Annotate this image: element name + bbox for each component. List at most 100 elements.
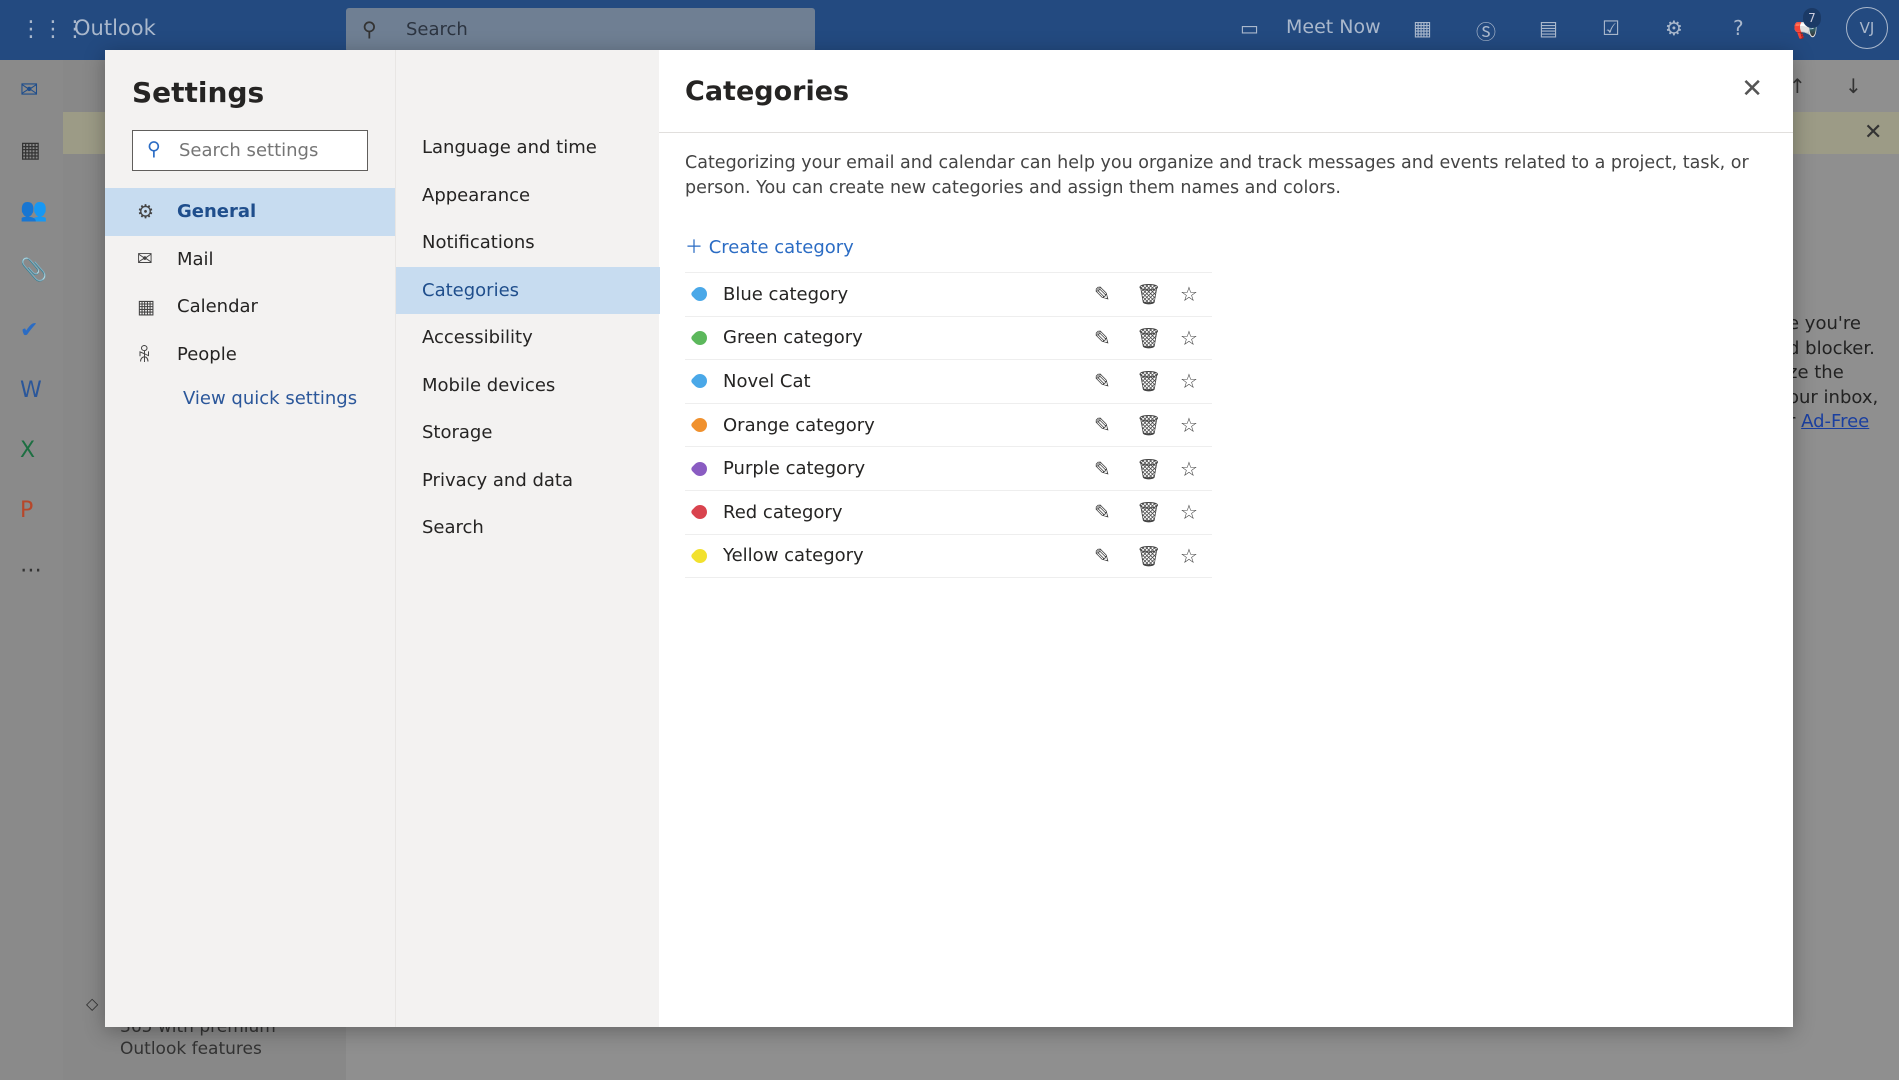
- subnav-item-appearance[interactable]: Appearance: [396, 172, 660, 220]
- nav-item-calendar[interactable]: ▦ Calendar: [105, 283, 395, 331]
- subnav-item-mobile-devices[interactable]: Mobile devices: [396, 362, 660, 410]
- mail-icon: ✉: [137, 248, 153, 271]
- search-placeholder: Search: [406, 19, 468, 40]
- arrow-down-icon[interactable]: ↓: [1845, 74, 1862, 98]
- category-row: Purple category ✎ 🗑 ☆: [685, 447, 1212, 491]
- view-quick-settings-link[interactable]: View quick settings: [183, 388, 357, 409]
- category-row: Red category ✎ 🗑 ☆: [685, 491, 1212, 535]
- powerpoint-icon[interactable]: P: [20, 498, 33, 523]
- app-rail: ✉ ▦ 👥 📎 ✔ W X P ⋯: [0, 60, 63, 1080]
- star-icon[interactable]: ☆: [1180, 369, 1198, 393]
- word-icon[interactable]: W: [20, 378, 42, 403]
- trash-icon[interactable]: 🗑: [1136, 326, 1161, 350]
- tag-icon: [690, 458, 710, 479]
- category-name: Orange category: [723, 414, 875, 436]
- nav-item-general[interactable]: ⚙ General: [105, 188, 395, 236]
- tag-icon: [690, 502, 710, 523]
- category-row: Green category ✎ 🗑 ☆: [685, 317, 1212, 361]
- nav-item-people[interactable]: ꆜ People: [105, 331, 395, 379]
- star-icon[interactable]: ☆: [1180, 413, 1198, 437]
- diamond-icon: ◇: [86, 994, 99, 1013]
- search-settings-field[interactable]: ⚲: [132, 130, 368, 171]
- pencil-icon[interactable]: ✎: [1094, 544, 1111, 568]
- pane-title: Categories: [685, 76, 850, 107]
- ad-free-link[interactable]: Ad-Free: [1801, 411, 1869, 432]
- pencil-icon[interactable]: ✎: [1094, 413, 1111, 437]
- nav-label: Mail: [177, 248, 214, 270]
- app-name: Outlook: [74, 16, 156, 40]
- calendar-icon[interactable]: ▦: [20, 138, 41, 163]
- divider: [659, 132, 1793, 133]
- categories-pane: Categories ✕ Categorizing your email and…: [659, 50, 1793, 1027]
- meet-now-button[interactable]: Meet Now: [1286, 16, 1381, 38]
- settings-nav: Settings ⚲ ⚙ General ✉ Mail ▦ Calendar ꆜ Peo…: [105, 50, 395, 1027]
- subnav-item-search[interactable]: Search: [396, 504, 660, 552]
- subnav-item-categories[interactable]: Categories: [396, 266, 660, 314]
- close-icon[interactable]: ✕: [1741, 74, 1763, 104]
- trash-icon[interactable]: 🗑: [1136, 457, 1161, 481]
- star-icon[interactable]: ☆: [1180, 544, 1198, 568]
- category-name: Yellow category: [723, 545, 864, 567]
- more-apps-icon[interactable]: ⋯: [20, 558, 42, 583]
- nav-item-mail[interactable]: ✉ Mail: [105, 236, 395, 284]
- pencil-icon[interactable]: ✎: [1094, 457, 1111, 481]
- tag-icon: [690, 284, 710, 305]
- create-label: Create category: [708, 237, 854, 258]
- close-banner-icon[interactable]: ✕: [1864, 120, 1882, 145]
- people-icon: ꆜ: [137, 344, 152, 367]
- settings-title: Settings: [132, 76, 265, 109]
- subnav-item-storage[interactable]: Storage: [396, 409, 660, 457]
- ad-text: e you're d blocker. ze the our inbox, r …: [1788, 312, 1878, 435]
- todo-check-icon[interactable]: ✔: [20, 318, 38, 343]
- category-name: Green category: [723, 327, 863, 349]
- trash-icon[interactable]: 🗑: [1136, 413, 1161, 437]
- tag-icon: [690, 327, 710, 348]
- create-category-button[interactable]: ＋ Create category: [685, 233, 854, 259]
- tag-icon: [690, 545, 710, 566]
- category-name: Novel Cat: [723, 370, 811, 392]
- help-icon[interactable]: ?: [1733, 16, 1744, 40]
- star-icon[interactable]: ☆: [1180, 326, 1198, 350]
- trash-icon[interactable]: 🗑: [1136, 369, 1161, 393]
- subnav-item-language-and-time[interactable]: Language and time: [396, 124, 660, 172]
- category-name: Purple category: [723, 458, 866, 480]
- subnav-item-accessibility[interactable]: Accessibility: [396, 314, 660, 362]
- category-row: Novel Cat ✎ 🗑 ☆: [685, 360, 1212, 404]
- trash-icon[interactable]: 🗑: [1136, 544, 1161, 568]
- pencil-icon[interactable]: ✎: [1094, 500, 1111, 524]
- pencil-icon[interactable]: ✎: [1094, 369, 1111, 393]
- gear-icon[interactable]: ⚙: [1665, 16, 1683, 40]
- gear-icon: ⚙: [137, 200, 155, 223]
- star-icon[interactable]: ☆: [1180, 282, 1198, 306]
- category-row: Orange category ✎ 🗑 ☆: [685, 404, 1212, 448]
- excel-icon[interactable]: X: [20, 438, 35, 463]
- my-day-icon[interactable]: ☑: [1602, 16, 1620, 40]
- trash-icon[interactable]: 🗑: [1136, 500, 1161, 524]
- avatar[interactable]: VJ: [1846, 7, 1888, 49]
- category-name: Blue category: [723, 283, 849, 305]
- onenote-icon[interactable]: ▤: [1539, 16, 1558, 40]
- paperclip-icon[interactable]: 📎: [20, 258, 47, 283]
- mail-icon[interactable]: ✉: [20, 78, 38, 103]
- search-icon: ⚲: [147, 138, 161, 160]
- pencil-icon[interactable]: ✎: [1094, 282, 1111, 306]
- settings-subnav: Language and time Appearance Notifications…: [395, 50, 660, 1027]
- subnav-item-notifications[interactable]: Notifications: [396, 219, 660, 267]
- nav-label: Calendar: [177, 296, 258, 318]
- video-camera-icon[interactable]: ▭: [1240, 16, 1259, 40]
- category-row: Blue category ✎ 🗑 ☆: [685, 273, 1212, 317]
- qr-code-icon[interactable]: ▦: [1413, 16, 1432, 40]
- notification-badge: 7: [1803, 8, 1821, 28]
- pencil-icon[interactable]: ✎: [1094, 326, 1111, 350]
- global-search[interactable]: ⚲ Search: [346, 8, 815, 52]
- star-icon[interactable]: ☆: [1180, 500, 1198, 524]
- subnav-item-privacy-and-data[interactable]: Privacy and data: [396, 457, 660, 505]
- people-icon[interactable]: 👥: [20, 198, 47, 223]
- category-row: Yellow category ✎ 🗑 ☆: [685, 535, 1212, 579]
- search-settings-input[interactable]: [179, 140, 359, 161]
- tag-icon: [690, 371, 710, 392]
- skype-icon[interactable]: Ⓢ: [1476, 16, 1496, 45]
- tag-icon: [690, 415, 710, 435]
- star-icon[interactable]: ☆: [1180, 457, 1198, 481]
- trash-icon[interactable]: 🗑: [1136, 282, 1161, 306]
